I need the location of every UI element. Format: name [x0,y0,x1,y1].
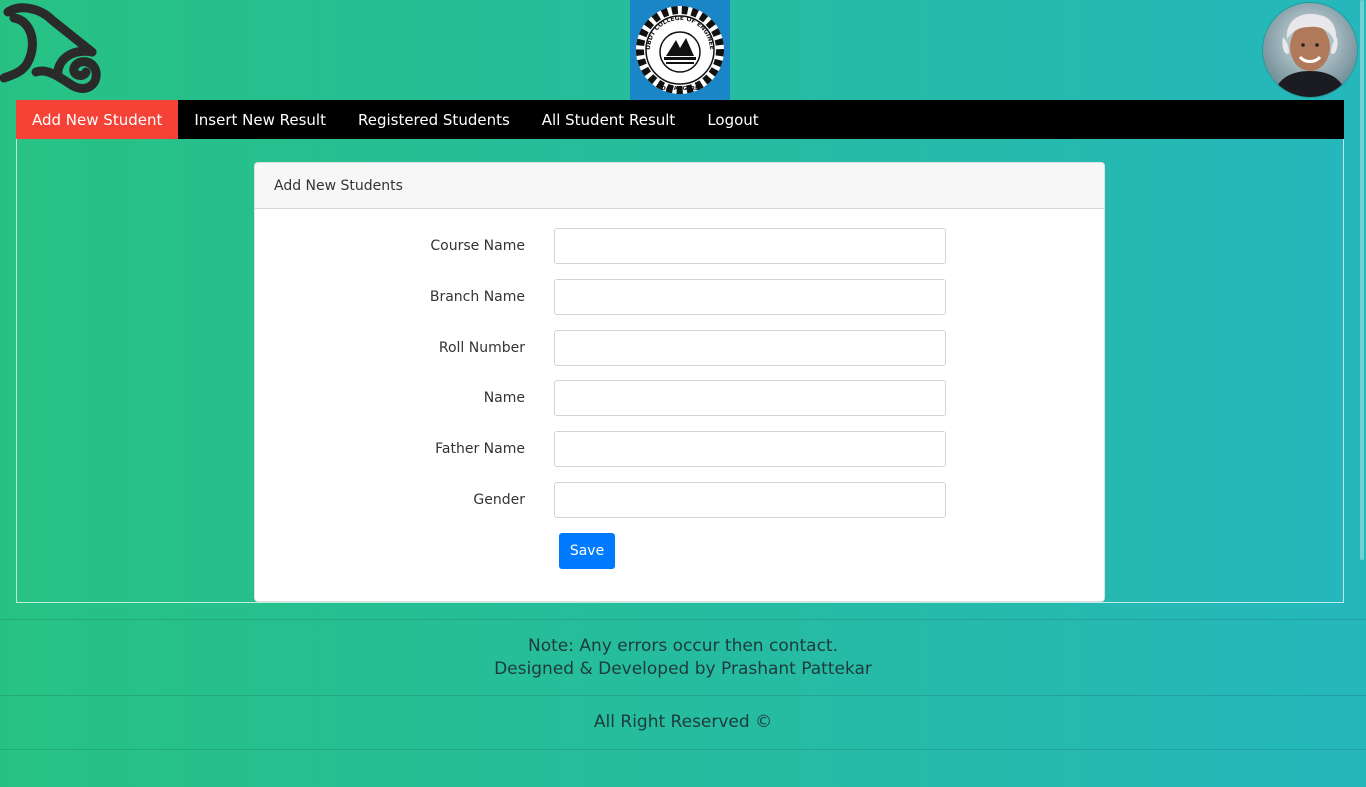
scroll-swirl-logo-icon[interactable] [0,2,102,98]
user-avatar-portrait[interactable] [1263,3,1357,97]
page-scrollbar[interactable] [1358,0,1366,787]
gender-input[interactable] [554,482,946,518]
scrollbar-thumb[interactable] [1360,0,1364,560]
course-name-label: Course Name [430,238,525,254]
form-row-roll-number: Roll Number [255,330,1104,366]
nav-registered-students[interactable]: Registered Students [342,100,526,139]
main-navbar: Add New Student Insert New Result Regist… [16,100,1344,139]
branch-name-input[interactable] [554,279,946,315]
name-label: Name [483,390,525,406]
branch-name-label: Branch Name [429,289,525,305]
add-student-card: Add New Students Course Name Branch Name… [254,162,1105,602]
nav-logout[interactable]: Logout [691,100,774,139]
nav-insert-new-result[interactable]: Insert New Result [178,100,342,139]
footer-divider-middle [0,695,1366,696]
footer-credit: Designed & Developed by Prashant Patteka… [494,659,872,679]
site-header: UBDT COLLEGE OF ENGINEERING DAVANGERE [0,0,1366,100]
save-button[interactable]: Save [559,533,615,569]
footer-note: Note: Any errors occur then contact. [527,636,839,656]
form-row-course-name: Course Name [255,228,1104,264]
gender-label: Gender [473,492,525,508]
form-row-father-name: Father Name [255,431,1104,467]
nav-add-new-student[interactable]: Add New Student [16,100,179,139]
form-row-branch-name: Branch Name [255,279,1104,315]
nav-all-student-result[interactable]: All Student Result [526,100,692,139]
father-name-label: Father Name [435,441,525,457]
roll-number-input[interactable] [554,330,946,366]
course-name-input[interactable] [554,228,946,264]
card-title: Add New Students [255,163,1104,209]
footer-divider-bottom [0,749,1366,750]
name-input[interactable] [554,380,946,416]
college-seal-bottom-text: DAVANGERE [661,86,699,92]
footer-rights: All Right Reserved © [593,712,773,732]
father-name-input[interactable] [554,431,946,467]
college-seal-logo-icon: UBDT COLLEGE OF ENGINEERING DAVANGERE [627,0,730,100]
roll-number-label: Roll Number [438,340,525,356]
footer-divider-top [0,619,1366,620]
form-row-name: Name [255,380,1104,416]
form-row-gender: Gender [255,482,1104,518]
